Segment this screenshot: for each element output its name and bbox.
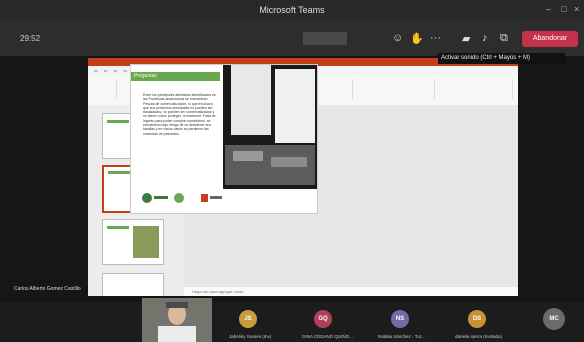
leave-label: Abandonar (532, 35, 568, 42)
participant-name: GINA CEDANO QUIÑO... (302, 334, 354, 339)
notes-pane[interactable]: Haga clic para agregar notas (184, 287, 518, 296)
participant-video[interactable] (142, 298, 212, 342)
camera-icon[interactable]: ▰ (462, 32, 470, 45)
title-bar: Microsoft Teams – □ × (0, 0, 584, 22)
participant-name: daniela sierra (Invitado) (455, 334, 503, 339)
maximize-icon[interactable]: □ (561, 4, 566, 14)
participant-name: Natalia Sánchez - Tur... (378, 334, 425, 339)
share-screen-icon[interactable]: ⧉ (500, 32, 508, 45)
meeting-toolbar: 29:52 ☺ ✋ ··· ▰ ♪ ⧉ Abandonar (0, 22, 584, 56)
leave-button[interactable]: Abandonar (522, 31, 578, 47)
window-title: Microsoft Teams (259, 5, 325, 15)
meeting-timer: 29:52 (20, 34, 41, 43)
slide-heading: Preguntas (131, 72, 220, 81)
presenter-name: Carlos Alberto Gomez Castillo (14, 286, 81, 292)
microphone-icon[interactable]: ♪ (482, 32, 488, 44)
more-options-icon[interactable]: ··· (430, 32, 441, 44)
slide-body: Entre los principales afectados identifi… (143, 93, 216, 136)
slide-thumbnail[interactable] (102, 273, 164, 296)
slide-thumbnail[interactable] (102, 219, 164, 265)
minimize-icon[interactable]: – (546, 4, 551, 14)
slide-footer-logos (139, 189, 229, 207)
participant-avatar[interactable]: NS (391, 310, 409, 328)
close-icon[interactable]: × (574, 4, 579, 14)
mute-tooltip: Activar sonido (Ctrl + Mayús + M) (438, 53, 565, 64)
participant-avatar[interactable]: MC (543, 308, 565, 330)
slide-photo (223, 65, 317, 189)
current-slide: Preguntas Entre los principales afectado… (130, 64, 318, 214)
participant-avatar[interactable]: DS (468, 310, 486, 328)
participant-avatar[interactable]: JS (239, 310, 257, 328)
participant-name: Jaheliny Soares (Inv) (229, 334, 272, 339)
raise-hand-icon[interactable]: ✋ (410, 32, 424, 45)
reactions-icon[interactable]: ☺ (392, 32, 403, 44)
share-indicator[interactable] (303, 32, 347, 45)
participant-avatar[interactable]: GQ (314, 310, 332, 328)
